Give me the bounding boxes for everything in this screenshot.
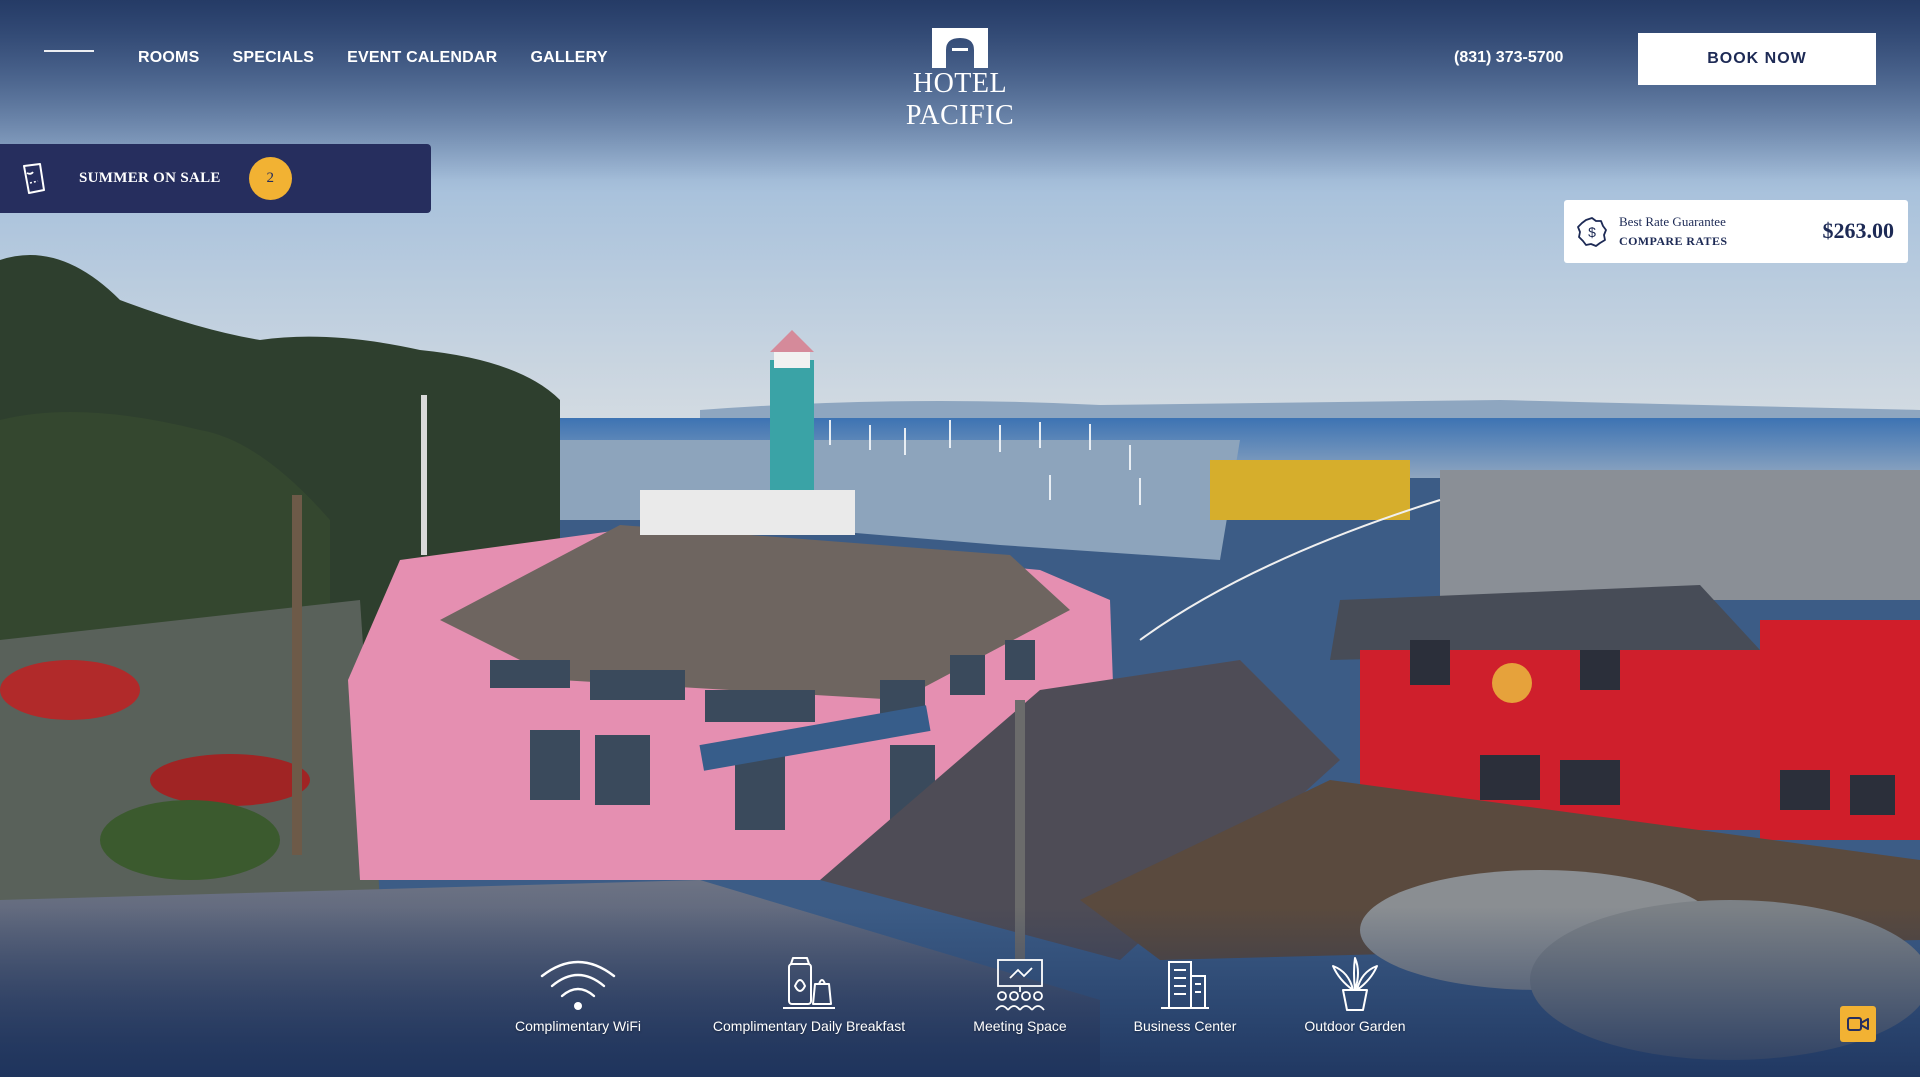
hamburger-icon <box>44 50 94 52</box>
video-play-button[interactable] <box>1840 1006 1876 1042</box>
amenity-label: Meeting Space <box>973 1018 1067 1034</box>
amenity-label: Business Center <box>1133 1018 1237 1034</box>
promo-count-badge: 2 <box>248 157 292 200</box>
promo-label: SUMMER ON SALE <box>79 170 221 186</box>
nav-specials-link[interactable]: SPECIALS <box>232 49 314 67</box>
best-rate-card[interactable]: $ Best Rate Guarantee COMPARE RATES $263… <box>1564 200 1908 263</box>
dollar-badge-icon: $ <box>1577 217 1607 247</box>
phone-link[interactable]: (831) 373-5700 <box>1454 49 1563 67</box>
amenity-business-center: Business Center <box>1130 956 1240 1034</box>
book-now-button[interactable]: BOOK NOW <box>1638 33 1876 85</box>
amenity-label: Complimentary WiFi <box>514 1018 641 1034</box>
amenity-outdoor-garden: Outdoor Garden <box>1295 956 1415 1034</box>
amenity-meeting-space: Meeting Space <box>962 956 1078 1034</box>
video-camera-icon <box>1847 1017 1869 1031</box>
amenity-label: Outdoor Garden <box>1304 1018 1406 1034</box>
hamburger-menu-button[interactable] <box>44 50 94 70</box>
wifi-icon <box>540 960 616 1010</box>
meeting-icon <box>995 959 1045 1011</box>
amenity-breakfast: Complimentary Daily Breakfast <box>700 956 918 1034</box>
svg-text:$: $ <box>1588 224 1596 240</box>
rate-price: $263.00 <box>1822 218 1895 243</box>
hotel-logo[interactable]: HOTEL PACIFIC <box>860 26 1060 132</box>
hotel-name: HOTEL PACIFIC <box>905 68 1015 131</box>
breakfast-icon <box>783 957 835 1009</box>
compare-rates-link[interactable]: COMPARE RATES <box>1619 234 1727 249</box>
amenity-wifi: Complimentary WiFi <box>508 956 648 1034</box>
main-nav: ROOMS SPECIALS EVENT CALENDAR GALLERY <box>138 49 608 67</box>
summer-sale-promo[interactable]: SUMMER ON SALE 2 <box>0 144 431 213</box>
nav-gallery-link[interactable]: GALLERY <box>530 49 607 67</box>
site-header: ROOMS SPECIALS EVENT CALENDAR GALLERY HO… <box>0 0 1920 131</box>
building-icon <box>1161 961 1209 1009</box>
amenity-label: Complimentary Daily Breakfast <box>712 1018 906 1034</box>
nav-event-calendar-link[interactable]: EVENT CALENDAR <box>347 49 497 67</box>
nav-rooms-link[interactable]: ROOMS <box>138 49 199 67</box>
arch-logo-icon <box>932 28 988 68</box>
ticket-icon <box>23 162 45 194</box>
plant-icon <box>1332 957 1378 1011</box>
best-rate-title: Best Rate Guarantee <box>1619 214 1726 229</box>
